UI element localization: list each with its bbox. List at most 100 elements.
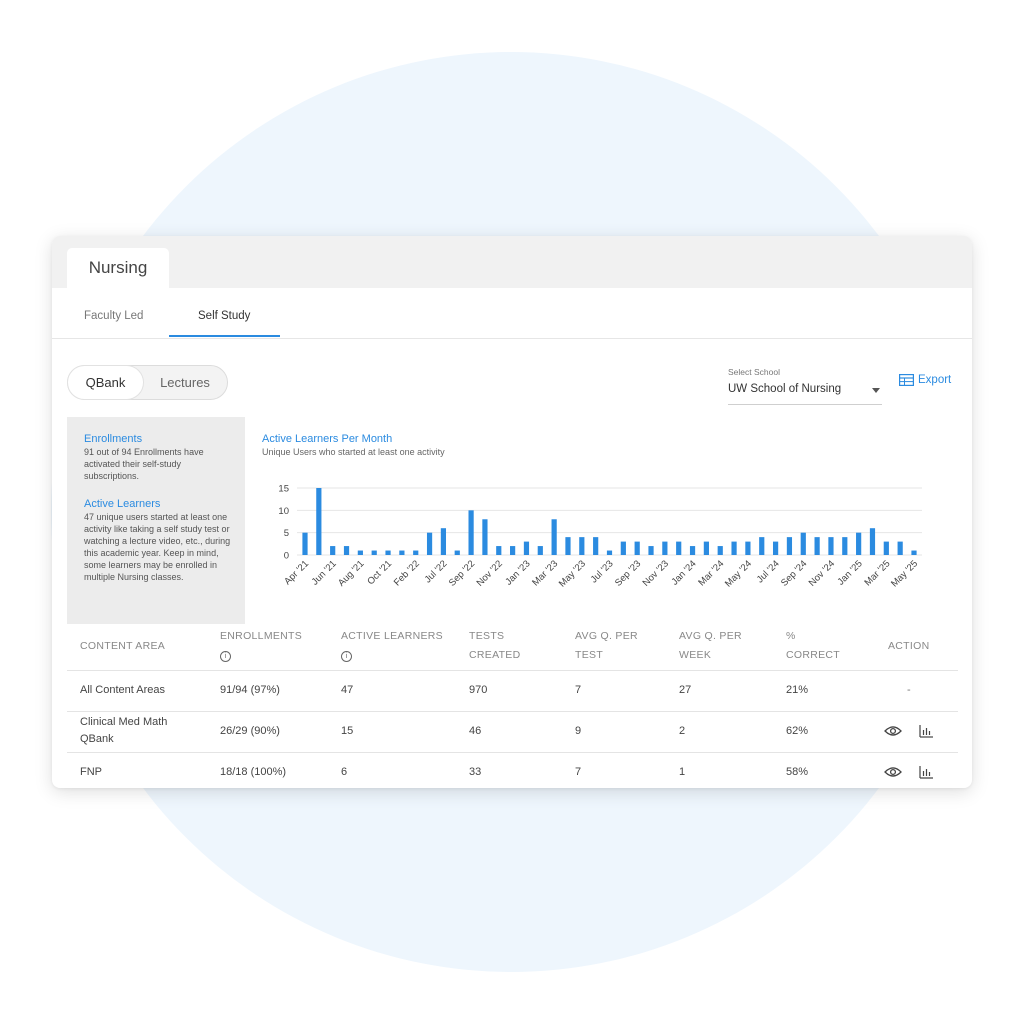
chart-bar[interactable]: [357, 550, 363, 555]
x-tick-label: Jul '24: [755, 558, 782, 585]
x-tick-label: Jan '25: [836, 558, 865, 587]
eye-icon[interactable]: [884, 725, 902, 737]
chart-bar[interactable]: [648, 546, 654, 555]
cell-avg-per-test: 7: [575, 684, 582, 696]
tab-nursing[interactable]: Nursing: [67, 248, 169, 289]
chart-bar[interactable]: [856, 532, 862, 555]
chart-bar[interactable]: [343, 546, 350, 555]
chart-bar[interactable]: [897, 541, 903, 555]
y-tick-label: 0: [284, 551, 289, 562]
x-tick-label: May '23: [557, 558, 588, 589]
chart-bar[interactable]: [385, 550, 391, 555]
x-tick-label: Jul '23: [589, 558, 616, 585]
school-tab-bar: [52, 236, 972, 288]
chart-bar[interactable]: [759, 537, 765, 555]
chart-bar[interactable]: [731, 541, 737, 555]
chart-bar[interactable]: [842, 537, 848, 555]
chart-bar[interactable]: [371, 550, 377, 555]
chart-bar[interactable]: [676, 541, 682, 555]
chart-bar[interactable]: [468, 510, 474, 555]
chart-bar[interactable]: [523, 541, 530, 555]
chart-bar[interactable]: [745, 541, 751, 555]
tab-self-study[interactable]: Self Study: [198, 310, 250, 322]
chart-bar[interactable]: [883, 541, 889, 555]
x-tick-label: Feb '22: [392, 558, 422, 588]
header-active-learners: ACTIVE LEARNERS i: [341, 627, 443, 665]
chevron-down-icon[interactable]: [872, 388, 880, 393]
tab-faculty-led[interactable]: Faculty Led: [84, 310, 143, 322]
chart-bar[interactable]: [869, 528, 876, 555]
chart-bar[interactable]: [662, 541, 668, 555]
cell-avg-per-week: 2: [679, 725, 686, 737]
chart-bar[interactable]: [496, 546, 502, 555]
chart-bar[interactable]: [537, 546, 543, 555]
chart-bar[interactable]: [689, 546, 696, 555]
chart-bar[interactable]: [606, 550, 613, 555]
y-tick-label: 15: [278, 484, 289, 495]
cell-line: QBank: [80, 733, 114, 745]
chart-bar[interactable]: [911, 550, 917, 555]
chart-bar[interactable]: [551, 519, 557, 555]
chart-bar[interactable]: [579, 537, 585, 555]
chart-bar[interactable]: [717, 546, 723, 555]
chart-bar[interactable]: [399, 550, 405, 555]
chart-bar[interactable]: [440, 528, 447, 555]
export-button[interactable]: Export: [899, 374, 951, 386]
chart-bar[interactable]: [703, 541, 709, 555]
chart-bar[interactable]: [620, 541, 626, 555]
chart-bar[interactable]: [786, 537, 793, 555]
chart-bar[interactable]: [413, 550, 419, 555]
active-learners-chart: 0 5 10 15 Apr '21Jun '21Aug '21Oct '21Feb '2…: [278, 484, 922, 589]
x-tick-label: Mar '23: [530, 558, 560, 588]
analytics-card: Nursing Faculty Led Self Study QBank Lec…: [52, 236, 972, 788]
divider: [67, 670, 958, 671]
chart-bar[interactable]: [426, 532, 433, 555]
chart-bar[interactable]: [814, 537, 820, 555]
chart-bar[interactable]: [772, 541, 779, 555]
header-tests-created: TESTS CREATED: [469, 627, 521, 665]
eye-icon[interactable]: [884, 766, 902, 778]
chart-bar[interactable]: [330, 546, 336, 555]
bar-chart-icon[interactable]: [919, 724, 934, 738]
chart-bar[interactable]: [482, 519, 488, 555]
header-action: ACTION: [888, 640, 930, 652]
x-tick-label: Jul '22: [423, 558, 450, 585]
chart-bar[interactable]: [565, 537, 571, 555]
divider: [67, 752, 958, 753]
cell-avg-per-week: 27: [679, 684, 692, 696]
x-tick-label: Jan '23: [503, 558, 532, 587]
header-avg-per-test: AVG Q. PER TEST: [575, 627, 638, 665]
header-active-learners-label: ACTIVE LEARNERS: [341, 630, 443, 642]
select-school-dropdown[interactable]: UW School of Nursing: [728, 383, 841, 395]
chart-bar[interactable]: [510, 546, 516, 555]
chart-bar[interactable]: [302, 532, 308, 555]
header-line: WEEK: [679, 649, 712, 661]
chart-bar[interactable]: [316, 488, 322, 555]
active-tab-indicator: [169, 335, 280, 337]
toggle-qbank[interactable]: QBank: [68, 366, 143, 399]
header-line: CORRECT: [786, 649, 841, 661]
cell-tests-created: 46: [469, 725, 482, 737]
chart-bar[interactable]: [454, 550, 460, 555]
select-underline: [728, 404, 882, 405]
chart-bar[interactable]: [634, 541, 640, 555]
cell-percent-correct: 62%: [786, 725, 809, 737]
x-tick-label: Nov '24: [807, 558, 837, 588]
subtab-bar: Faculty Led Self Study: [52, 288, 972, 339]
cell-content-area: All Content Areas: [80, 684, 165, 696]
cell-tests-created: 33: [469, 766, 482, 778]
enrollments-text: 91 out of 94 Enrollments have activated …: [84, 447, 204, 481]
chart-bar[interactable]: [828, 537, 834, 555]
toggle-lectures[interactable]: Lectures: [143, 366, 227, 399]
header-enrollments-label: ENROLLMENTS: [220, 630, 303, 642]
header-content-area: CONTENT AREA: [80, 640, 166, 652]
x-tick-label: May '24: [723, 558, 754, 589]
chart-bar[interactable]: [800, 532, 806, 555]
cell-avg-per-week: 1: [679, 766, 686, 778]
chart-bar[interactable]: [593, 537, 599, 555]
bar-chart-icon[interactable]: [919, 765, 934, 779]
summary-panel: Enrollments 91 out of 94 Enrollments hav…: [67, 417, 245, 624]
cell-tests-created: 970: [469, 684, 488, 696]
info-icon[interactable]: i: [220, 651, 231, 662]
info-icon[interactable]: i: [341, 651, 352, 662]
